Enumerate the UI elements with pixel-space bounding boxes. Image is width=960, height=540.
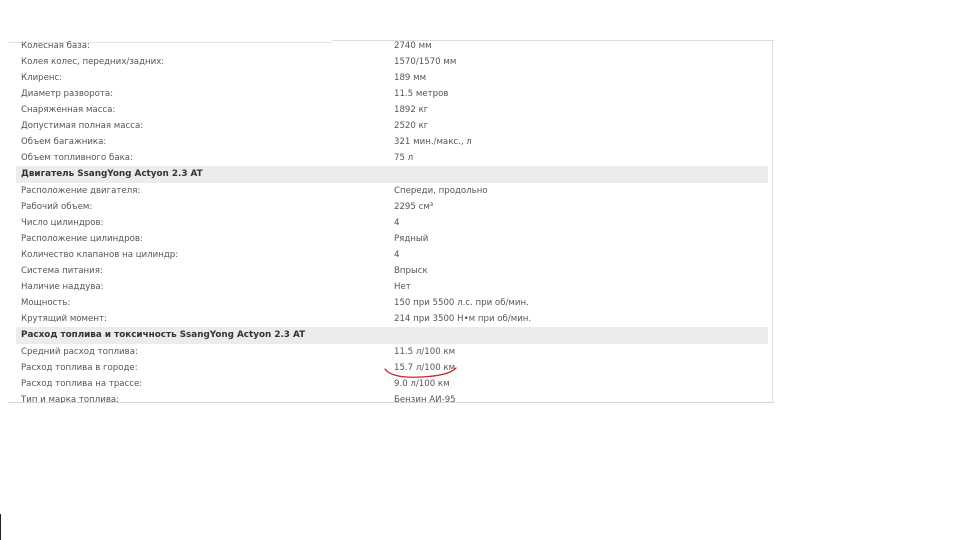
table-row: Колесная база: 2740 мм (16, 40, 768, 54)
spec-label: Клиренс: (21, 73, 63, 83)
table-row: Объем топливного бака: 75 л (16, 150, 768, 166)
spec-value: 1892 кг (394, 105, 429, 115)
spec-value: 189 мм (394, 73, 427, 83)
spec-label: Рабочий объем: (21, 202, 93, 212)
spec-value: Нет (394, 282, 411, 292)
spec-label: Расположение цилиндров: (21, 234, 143, 244)
table-row: Колея колес, передних/задних: 1570/1570 … (16, 54, 768, 70)
table-row: Рабочий объем: 2295 см³ (16, 199, 768, 215)
spec-label: Наличие наддува: (21, 282, 104, 292)
section-title: Расход топлива и токсичность SsangYong A… (21, 330, 306, 340)
divider (0, 514, 1, 540)
spec-value: Спереди, продольно (394, 186, 488, 196)
table-row: Система питания: Впрыск (16, 263, 768, 279)
spec-value: 321 мин./макс., л (394, 137, 472, 147)
section-title: Двигатель SsangYong Actyon 2.3 AT (21, 169, 203, 179)
underline-annotation (384, 367, 457, 378)
spec-label: Система питания: (21, 266, 103, 276)
table-row: Крутящий момент: 214 при 3500 Н•м при об… (16, 311, 768, 327)
spec-value: Впрыск (394, 266, 428, 276)
spec-label: Мощность: (21, 298, 71, 308)
specs-panel: Колесная база: 2740 мм Колея колес, пере… (8, 40, 774, 403)
table-row: Число цилиндров: 4 (16, 215, 768, 231)
spec-value: Рядный (394, 234, 429, 244)
spec-label: Количество клапанов на цилиндр: (21, 250, 179, 260)
spec-label: Снаряженная масса: (21, 105, 116, 115)
spec-value: 214 при 3500 Н•м при об/мин. (394, 314, 532, 324)
spec-value: 11.5 метров (394, 89, 449, 99)
section-header-engine: Двигатель SsangYong Actyon 2.3 AT (16, 166, 768, 183)
table-row: Допустимая полная масса: 2520 кг (16, 118, 768, 134)
table-row: Расположение цилиндров: Рядный (16, 231, 768, 247)
spec-label: Средний расход топлива: (21, 347, 138, 357)
spec-value: 1570/1570 мм (394, 57, 457, 67)
spec-label: Диаметр разворота: (21, 89, 114, 99)
spec-value: 4 (394, 250, 400, 260)
spec-label: Расход топлива на трассе: (21, 379, 143, 389)
spec-value: 150 при 5500 л.с. при об/мин. (394, 298, 529, 308)
table-row: Клиренс: 189 мм (16, 70, 768, 86)
spec-value: 11.5 л/100 км (394, 347, 456, 357)
section-header-fuel: Расход топлива и токсичность SsangYong A… (16, 327, 768, 344)
table-row: Тип и марка топлива: Бензин АИ-95 (16, 392, 768, 403)
spec-label: Тип и марка топлива: (21, 395, 120, 403)
spec-label: Расположение двигателя: (21, 186, 141, 196)
spec-value: 2520 кг (394, 121, 429, 131)
spec-label: Объем багажника: (21, 137, 107, 147)
table-row: Средний расход топлива: 11.5 л/100 км (16, 344, 768, 360)
spec-value: 2740 мм (394, 41, 432, 51)
spec-label: Колесная база: (21, 41, 90, 51)
table-row: Объем багажника: 321 мин./макс., л (16, 134, 768, 150)
table-row: Снаряженная масса: 1892 кг (16, 102, 768, 118)
table-row: Расположение двигателя: Спереди, продоль… (16, 183, 768, 199)
specs-table: Колесная база: 2740 мм Колея колес, пере… (16, 40, 768, 403)
spec-label: Расход топлива в городе: (21, 363, 138, 373)
divider (772, 40, 773, 403)
spec-label: Число цилиндров: (21, 218, 104, 228)
table-row: Наличие наддува: Нет (16, 279, 768, 295)
spec-value: 2295 см³ (394, 202, 434, 212)
spec-value: 4 (394, 218, 400, 228)
table-row: Диаметр разворота: 11.5 метров (16, 86, 768, 102)
spec-label: Допустимая полная масса: (21, 121, 144, 131)
spec-label: Колея колес, передних/задних: (21, 57, 165, 67)
table-row: Количество клапанов на цилиндр: 4 (16, 247, 768, 263)
spec-label: Объем топливного бака: (21, 153, 133, 163)
spec-label: Крутящий момент: (21, 314, 107, 324)
spec-value: Бензин АИ-95 (394, 395, 456, 403)
spec-value: 75 л (394, 153, 414, 163)
table-row: Мощность: 150 при 5500 л.с. при об/мин. (16, 295, 768, 311)
